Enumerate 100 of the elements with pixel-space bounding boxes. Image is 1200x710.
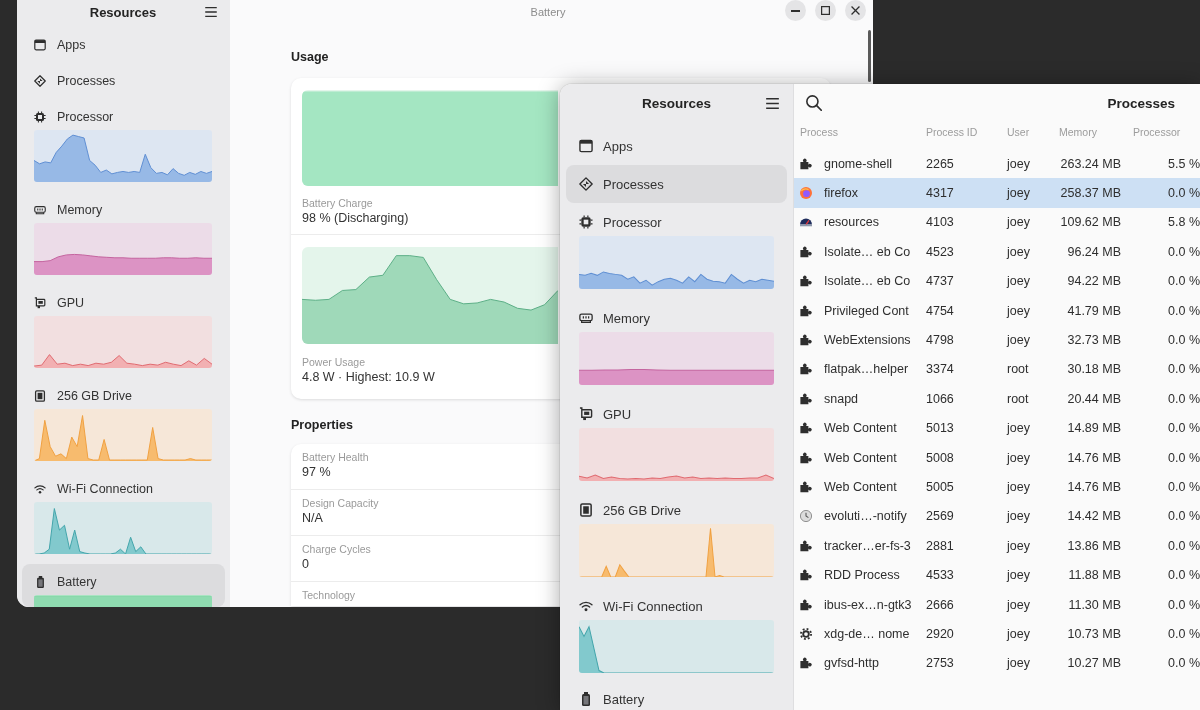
table-cell: WebExtensions (824, 332, 911, 349)
table-cell: root (1007, 390, 1029, 407)
table-cell: 0.0 % (1168, 332, 1200, 349)
menu-icon[interactable] (205, 7, 217, 17)
table-cell: 0.0 % (1168, 185, 1200, 202)
property-value: N/A (302, 510, 323, 526)
table-cell: joey (1007, 155, 1030, 172)
minimize-button[interactable] (785, 0, 806, 21)
sidebar-item[interactable]: Wi-Fi Connection (566, 587, 787, 683)
table-cell: 11.30 MB (1068, 596, 1121, 613)
field-label: Battery Charge (302, 196, 373, 210)
ram-icon (579, 311, 593, 325)
table-cell: evoluti…-notify (824, 508, 907, 525)
sidebar-item[interactable]: Processor (22, 99, 225, 192)
table-cell: 0.0 % (1168, 625, 1200, 642)
table-cell: joey (1007, 420, 1030, 437)
table-cell: joey (1007, 479, 1030, 495)
table-row[interactable]: Isolate… eb Co 4523 joey 96.24 MB 0.0 % (794, 237, 1200, 267)
puzzle-icon (800, 422, 812, 435)
table-row[interactable]: Web Content 5005 joey 14.76 MB 0.0 % (794, 472, 1200, 502)
maximize-button[interactable] (815, 0, 836, 21)
property-label: Charge Cycles (302, 542, 371, 556)
table-cell: joey (1007, 508, 1030, 525)
sidebar-item[interactable]: Processor (566, 203, 787, 299)
table-cell: 4533 (926, 567, 954, 584)
close-button[interactable] (845, 0, 866, 21)
property-value: 97 % (302, 464, 331, 480)
graphics-card-icon (34, 297, 46, 309)
maximize-icon (821, 6, 830, 15)
table-cell: 258.37 MB (1060, 185, 1121, 202)
wifi-icon (34, 483, 46, 495)
sidebar-item[interactable]: GPU (22, 285, 225, 378)
table-cell: resources (824, 214, 879, 231)
sidebar-item[interactable]: Processes (566, 165, 787, 203)
sidebar-item[interactable]: Battery (22, 564, 225, 607)
table-row[interactable]: snapd 1066 root 20.44 MB 0.0 % (794, 384, 1200, 414)
puzzle-icon (800, 334, 812, 347)
table-row[interactable]: resources 4103 joey 109.62 MB 5.8 % (794, 207, 1200, 238)
sidebar-item[interactable]: Processes (22, 63, 225, 99)
table-cell: 0.0 % (1168, 390, 1200, 407)
table-row[interactable]: WebExtensions 4798 joey 32.73 MB 0.0 % (794, 325, 1200, 355)
table-cell: 4317 (926, 185, 954, 202)
sidebar-item[interactable]: Apps (22, 27, 225, 63)
table-row[interactable]: xdg-de… nome 2920 joey 10.73 MB 0.0 % (794, 619, 1200, 649)
table-row[interactable]: tracker…er-fs-3 2881 joey 13.86 MB 0.0 % (794, 531, 1200, 561)
table-cell: 4737 (926, 273, 954, 290)
puzzle-icon (800, 275, 812, 288)
window-subtitle: Battery (530, 5, 566, 19)
sidebar-item[interactable]: Battery (566, 683, 787, 710)
property-label: Battery Health (302, 450, 369, 464)
chip-icon (579, 215, 593, 229)
section-heading: Properties (291, 417, 353, 433)
puzzle-icon (800, 481, 812, 493)
table-cell: 14.89 MB (1067, 420, 1121, 437)
sidebar-item[interactable]: 256 GB Drive (22, 378, 225, 471)
table-cell: 0.0 % (1168, 567, 1200, 584)
table-cell: Isolate… eb Co (824, 273, 911, 290)
table-cell: 0.0 % (1168, 243, 1200, 260)
table-row[interactable]: Web Content 5013 joey 14.89 MB 0.0 % (794, 413, 1200, 443)
table-row[interactable]: gvfsd-http 2753 joey 10.27 MB 0.0 % (794, 648, 1200, 679)
table-cell: gnome-shell (824, 155, 893, 172)
table-cell: RDD Process (824, 567, 900, 584)
graphics-card-icon (579, 407, 593, 421)
puzzle-icon (800, 245, 812, 258)
table-cell: 2881 (926, 537, 954, 554)
sidebar-item[interactable]: Apps (566, 127, 787, 165)
puzzle-icon (800, 304, 812, 317)
clock-icon (800, 510, 812, 523)
sidebar-item[interactable]: Memory (22, 192, 225, 285)
table-cell: 3374 (926, 361, 954, 378)
table-row[interactable]: firefox 4317 joey 258.37 MB 0.0 % (794, 178, 1200, 208)
table-cell: 5013 (926, 420, 954, 437)
table-row[interactable]: evoluti…-notify 2569 joey 14.42 MB 0.0 % (794, 501, 1200, 532)
sidebar-item[interactable]: Wi-Fi Connection (22, 471, 225, 564)
menu-icon[interactable] (766, 97, 779, 109)
table-row[interactable]: Isolate… eb Co 4737 joey 94.22 MB 0.0 % (794, 266, 1200, 296)
table-row[interactable]: ibus-ex…n-gtk3 2666 joey 11.30 MB 0.0 % (794, 589, 1200, 620)
table-cell: joey (1007, 302, 1030, 319)
table-cell: 0.0 % (1168, 361, 1200, 378)
field-value: 4.8 W · Highest: 10.9 W (302, 369, 435, 385)
table-row[interactable]: Privileged Cont 4754 joey 41.79 MB 0.0 % (794, 295, 1200, 326)
sidebar-item[interactable]: 256 GB Drive (566, 491, 787, 587)
table-row[interactable]: RDD Process 4533 joey 11.88 MB 0.0 % (794, 560, 1200, 590)
table-cell: 20.44 MB (1067, 390, 1121, 407)
table-row[interactable]: Web Content 5008 joey 14.76 MB 0.0 % (794, 442, 1200, 473)
field-label: Power Usage (302, 355, 366, 369)
table-row[interactable]: gnome-shell 2265 joey 263.24 MB 5.5 % (794, 149, 1200, 179)
table-cell: 2753 (926, 655, 954, 672)
diamond-icon (34, 75, 46, 87)
sidebar-item[interactable]: Memory (566, 299, 787, 395)
sidebar-item[interactable]: GPU (566, 395, 787, 491)
table-cell: 0.0 % (1168, 302, 1200, 319)
window-icon (34, 39, 46, 51)
table-row[interactable]: flatpak…helper 3374 root 30.18 MB 0.0 % (794, 354, 1200, 385)
table-cell: joey (1007, 332, 1030, 349)
window-title: Processes (1107, 95, 1175, 111)
table-cell: 10.27 MB (1067, 655, 1121, 672)
search-icon[interactable] (806, 95, 822, 111)
battery-icon (582, 692, 590, 706)
scrollbar[interactable] (868, 30, 871, 82)
